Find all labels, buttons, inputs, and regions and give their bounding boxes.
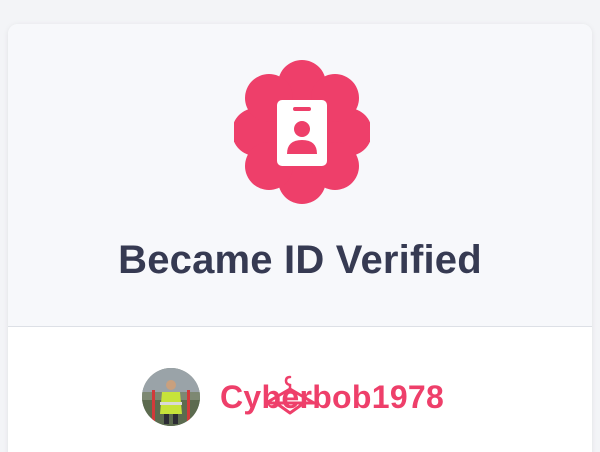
page: Became ID Verified Cyberbob1978 <box>0 0 600 452</box>
achievement-card: Became ID Verified Cyberbob1978 <box>8 24 592 452</box>
hanger-icon <box>264 375 316 414</box>
achievement-header: Became ID Verified <box>8 24 592 327</box>
badge-title: Became ID Verified <box>118 238 482 282</box>
avatar[interactable] <box>142 368 200 426</box>
username-text: Cyberbob1978 <box>220 378 445 415</box>
id-card-icon <box>234 60 370 204</box>
username-link[interactable]: Cyberbob1978 <box>220 375 445 416</box>
user-avatar-photo <box>142 368 200 426</box>
id-verified-badge <box>234 58 370 206</box>
user-section: Cyberbob1978 <box>8 327 592 452</box>
user-row[interactable]: Cyberbob1978 <box>142 367 444 427</box>
